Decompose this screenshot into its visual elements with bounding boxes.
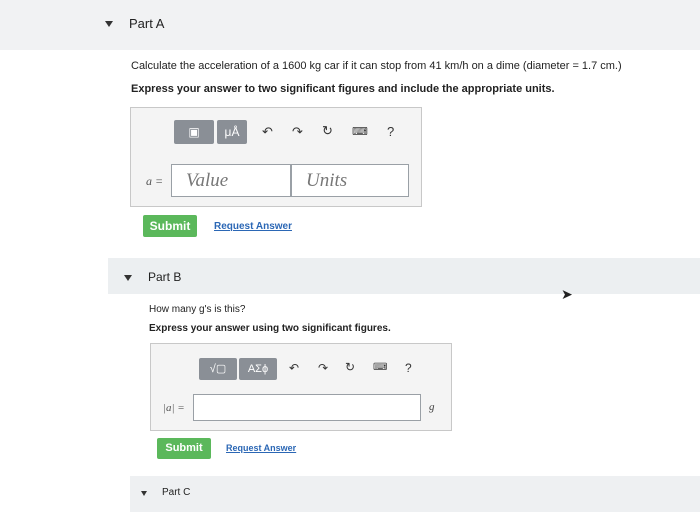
matrix-template-icon[interactable]: ▣ xyxy=(174,120,214,144)
part-c-header[interactable] xyxy=(130,476,700,512)
request-answer-link-b[interactable]: Request Answer xyxy=(226,443,296,453)
answer-input[interactable] xyxy=(193,394,421,421)
sqrt-template-icon[interactable]: √▢ xyxy=(199,358,237,380)
expand-caret-icon[interactable] xyxy=(124,275,132,281)
submit-button-b[interactable]: Submit xyxy=(157,438,211,459)
part-a-question: Calculate the acceleration of a 1600 kg … xyxy=(131,60,622,72)
greek-symbols-button[interactable]: ΑΣϕ xyxy=(239,358,277,380)
part-b-instruction: Express your answer using two significan… xyxy=(149,323,391,334)
help-button[interactable]: ? xyxy=(405,361,412,375)
part-b-title: Part B xyxy=(148,270,182,284)
keyboard-icon[interactable]: ⌨ xyxy=(352,125,368,138)
part-b-header[interactable] xyxy=(108,258,700,294)
mouse-cursor-icon: ➤ xyxy=(561,286,573,302)
value-placeholder: Value xyxy=(186,170,229,191)
abs-acceleration-label: |a| = xyxy=(163,402,185,414)
request-answer-link-a[interactable]: Request Answer xyxy=(214,221,292,232)
reset-icon[interactable]: ↻ xyxy=(345,360,355,374)
redo-icon[interactable]: ↷ xyxy=(318,361,328,375)
undo-icon[interactable]: ↶ xyxy=(262,124,273,140)
part-a-title: Part A xyxy=(129,16,165,31)
reset-icon[interactable]: ↻ xyxy=(322,123,333,139)
submit-button-a[interactable]: Submit xyxy=(143,215,197,237)
part-a-instruction: Express your answer to two significant f… xyxy=(131,83,555,95)
units-input[interactable]: Units xyxy=(291,164,409,197)
redo-icon[interactable]: ↷ xyxy=(292,124,303,140)
part-b-question: How many g's is this? xyxy=(149,304,246,315)
units-button[interactable]: μÅ xyxy=(217,120,247,144)
expand-caret-icon[interactable] xyxy=(105,21,113,27)
help-button[interactable]: ? xyxy=(387,124,394,139)
expand-caret-icon[interactable] xyxy=(141,491,147,496)
units-placeholder: Units xyxy=(306,170,348,191)
keyboard-icon[interactable]: ⌨ xyxy=(373,362,387,373)
acceleration-label: a = xyxy=(146,174,164,188)
part-c-title: Part C xyxy=(162,487,191,498)
unit-g-label: g xyxy=(429,401,435,413)
value-input[interactable]: Value xyxy=(171,164,291,197)
undo-icon[interactable]: ↶ xyxy=(289,361,299,375)
